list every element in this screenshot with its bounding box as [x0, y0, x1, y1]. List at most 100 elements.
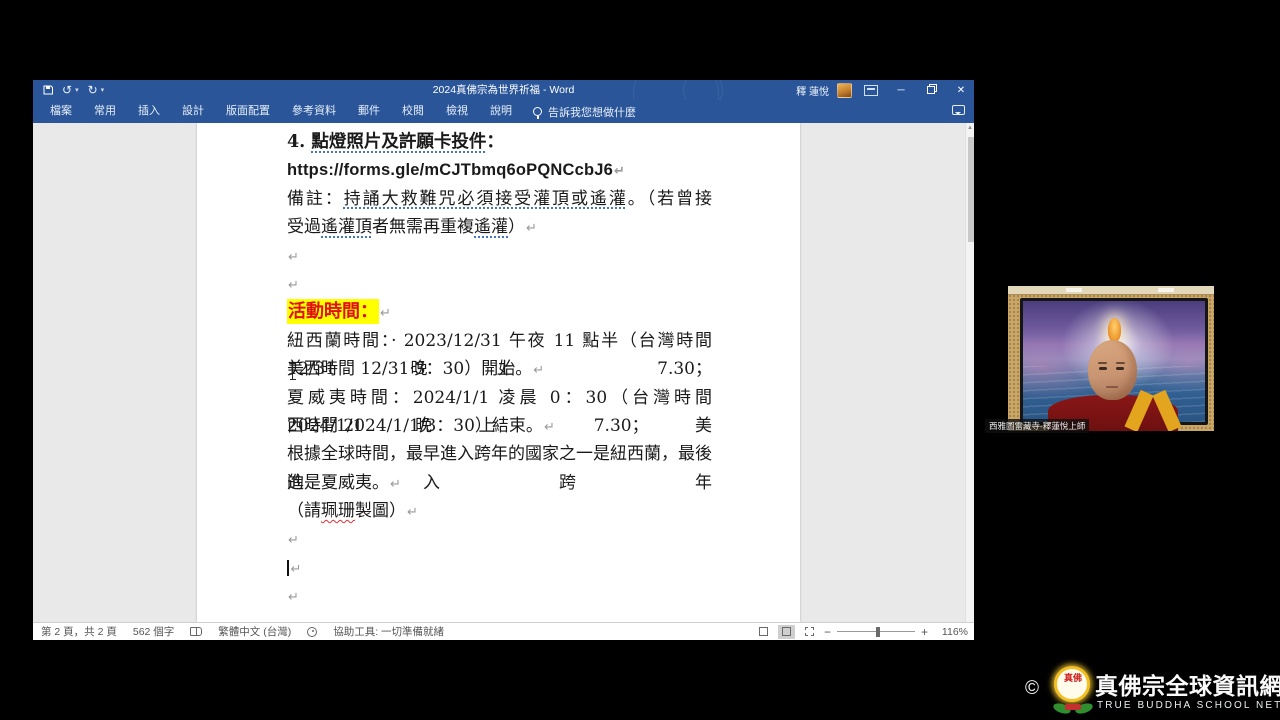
doc-text-segment: 珮珊 [321, 501, 355, 521]
tell-me-box[interactable]: 告訴我您想做什麼 [533, 104, 636, 120]
accessibility-icon [307, 627, 317, 637]
site-name-chinese: 真佛宗全球資訊網 [1095, 667, 1280, 701]
doc-line[interactable]: 紐西蘭時間：· 2023/12/31 午夜 11 點半（台灣時間 12/31 晚… [287, 327, 712, 355]
document-page[interactable]: 4. 點燈照片及許願卡投件：https://forms.gle/mCJTbmq6… [197, 123, 800, 622]
accessibility-status[interactable]: 協助工具: 一切準備就緒 [333, 624, 444, 639]
zoom-percentage[interactable]: 116% [934, 626, 968, 638]
ribbon-tab-4[interactable]: 版面配置 [215, 100, 281, 123]
ribbon-tab-1[interactable]: 常用 [83, 100, 127, 123]
account-name[interactable]: 釋 蓮悅 [796, 83, 829, 98]
paragraph-mark-icon: ↵ [533, 363, 544, 378]
status-bar: 第 2 頁，共 2 頁 562 個字 繁體中文 (台灣) 協助工具: 一切準備就… [33, 622, 974, 640]
webcam-video [1008, 286, 1214, 431]
doc-text-segment: 美西時間 12/31·3：30）開始。 [287, 359, 532, 379]
word-window: ↺ ▾ ↻ ▾ 2024真佛宗為世界祈福 - Word 釋 蓮悅 ─ ✕ 檔案常… [33, 80, 974, 640]
paragraph-mark-icon: ↵ [407, 505, 418, 520]
paragraph-mark-icon: ↵ [526, 221, 537, 236]
close-button[interactable]: ✕ [950, 80, 972, 100]
doc-text-segment: 遙灌頂 [321, 217, 372, 237]
ribbon-tab-8[interactable]: 檢視 [435, 100, 479, 123]
paragraph-mark-icon: ↵ [288, 590, 299, 605]
zoom-out-button[interactable]: − [824, 625, 831, 639]
doc-text-segment: https://forms.gle/mCJTbmq6oPQNCcbJ6 [287, 161, 613, 179]
ribbon-tab-row: 檔案常用插入設計版面配置參考資料郵件校閱檢視說明 告訴我您想做什麼 [33, 100, 974, 123]
ribbon-tab-0[interactable]: 檔案 [39, 100, 83, 123]
doc-text-segment: ： [486, 132, 504, 152]
web-layout-button[interactable] [801, 625, 818, 639]
paragraph-mark-icon: ↵ [291, 562, 302, 577]
ribbon-tab-6[interactable]: 郵件 [347, 100, 391, 123]
language-indicator[interactable]: 繁體中文 (台灣) [218, 624, 291, 639]
ribbon-display-options-button[interactable] [860, 80, 882, 100]
doc-line[interactable]: （請珮珊製圖）↵ [287, 497, 712, 525]
lightbulb-icon [533, 107, 542, 116]
scrollbar-thumb[interactable] [968, 137, 974, 242]
person-head [1088, 340, 1137, 400]
ribbon-tab-2[interactable]: 插入 [127, 100, 171, 123]
doc-line[interactable]: 備註：持誦大救難咒必須接受灌頂或遙灌。（若曾接 [287, 185, 712, 213]
restore-icon [927, 86, 935, 94]
footer-logo: © 真佛 真佛宗全球資訊網 TRUE BUDDHA SCHOOL NET [1015, 655, 1280, 720]
paragraph-mark-icon: ↵ [380, 306, 391, 321]
zoom-in-button[interactable]: + [921, 625, 928, 639]
page-indicator[interactable]: 第 2 頁，共 2 頁 [41, 624, 117, 639]
doc-text-segment: 者無需再重複 [372, 217, 474, 237]
doc-text-segment: 遙灌 [474, 217, 508, 237]
zoom-slider-thumb[interactable] [876, 627, 880, 637]
doc-line[interactable]: ↵ [287, 270, 712, 298]
text-cursor [287, 560, 289, 576]
doc-text-segment: 4. [287, 132, 311, 152]
webcam-overlay: 西雅圖雷藏寺-釋蓮悅上師 [985, 281, 1248, 437]
print-layout-button[interactable] [778, 625, 795, 639]
doc-line[interactable]: 活動時間：↵ [287, 298, 712, 326]
ribbon-tab-7[interactable]: 校閱 [391, 100, 435, 123]
doc-text-segment: 西時間 2024/1/1/3：30）結束。 [287, 416, 543, 436]
word-count[interactable]: 562 個字 [133, 624, 174, 639]
proofing-icon[interactable] [190, 627, 202, 636]
ribbon-tab-9[interactable]: 說明 [479, 100, 523, 123]
minimize-button[interactable]: ─ [890, 80, 912, 100]
yellow-scarf [1152, 390, 1181, 431]
doc-text-segment: 持誦大救難咒必須接受灌頂或遙灌 [344, 189, 628, 209]
doc-line[interactable]: https://forms.gle/mCJTbmq6oPQNCcbJ6↵ [287, 156, 712, 184]
doc-line[interactable]: ↵ [287, 242, 712, 270]
doc-line[interactable]: 4. 點燈照片及許願卡投件： [287, 128, 712, 156]
ribbon-tab-5[interactable]: 參考資料 [281, 100, 347, 123]
paragraph-mark-icon: ↵ [614, 164, 625, 179]
restore-button[interactable] [920, 80, 942, 100]
doc-text-segment: ） [508, 217, 525, 237]
account-avatar[interactable] [837, 83, 852, 98]
document-area: 4. 點燈照片及許願卡投件：https://forms.gle/mCJTbmq6… [33, 123, 974, 622]
doc-text-segment: 受過 [287, 217, 321, 237]
read-mode-button[interactable] [755, 625, 772, 639]
doc-line[interactable]: ↵ [287, 554, 712, 582]
doc-text-segment: 的是夏威夷。 [287, 473, 389, 493]
mouse-ibeam-cursor [289, 363, 296, 380]
title-bar: ↺ ▾ ↻ ▾ 2024真佛宗為世界祈福 - Word 釋 蓮悅 ─ ✕ [33, 80, 974, 100]
doc-text-segment: 備註： [287, 189, 344, 209]
yellow-scarf [1124, 390, 1153, 431]
tell-me-label: 告訴我您想做什麼 [548, 104, 636, 120]
person [1008, 286, 1214, 431]
doc-text-segment: 點燈照片及許願卡投件 [311, 132, 486, 152]
paragraph-mark-icon: ↵ [288, 278, 299, 293]
paragraph-mark-icon: ↵ [390, 477, 401, 492]
doc-line[interactable]: 根據全球時間，最早進入跨年的國家之一是紐西蘭，最後進入跨年 [287, 440, 712, 468]
doc-text-segment: 活動時間： [287, 299, 379, 324]
ribbon-tab-3[interactable]: 設計 [171, 100, 215, 123]
paragraph-mark-icon: ↵ [288, 250, 299, 265]
vertical-scrollbar[interactable]: ▲ [965, 123, 974, 622]
comments-icon[interactable] [952, 105, 965, 115]
zoom-slider[interactable] [837, 631, 915, 633]
doc-text-segment: （請 [287, 501, 321, 521]
doc-text-segment: 製圖） [355, 501, 406, 521]
scroll-up-icon[interactable]: ▲ [967, 125, 973, 131]
document-text: 4. 點燈照片及許願卡投件：https://forms.gle/mCJTbmq6… [287, 128, 712, 611]
ribbon-tabs: 檔案常用插入設計版面配置參考資料郵件校閱檢視說明 [39, 100, 523, 123]
ribbon-display-icon [864, 85, 878, 96]
doc-line[interactable]: ↵ [287, 582, 712, 610]
doc-text-segment: 。（若曾接 [628, 189, 712, 209]
doc-line[interactable]: ↵ [287, 525, 712, 553]
doc-line[interactable]: 夏威夷時間：2024/1/1 凌晨 0：30（台灣時間 2024/1/1 晚上 … [287, 384, 712, 412]
doc-line[interactable]: 受過遙灌頂者無需再重複遙灌）↵ [287, 213, 712, 241]
